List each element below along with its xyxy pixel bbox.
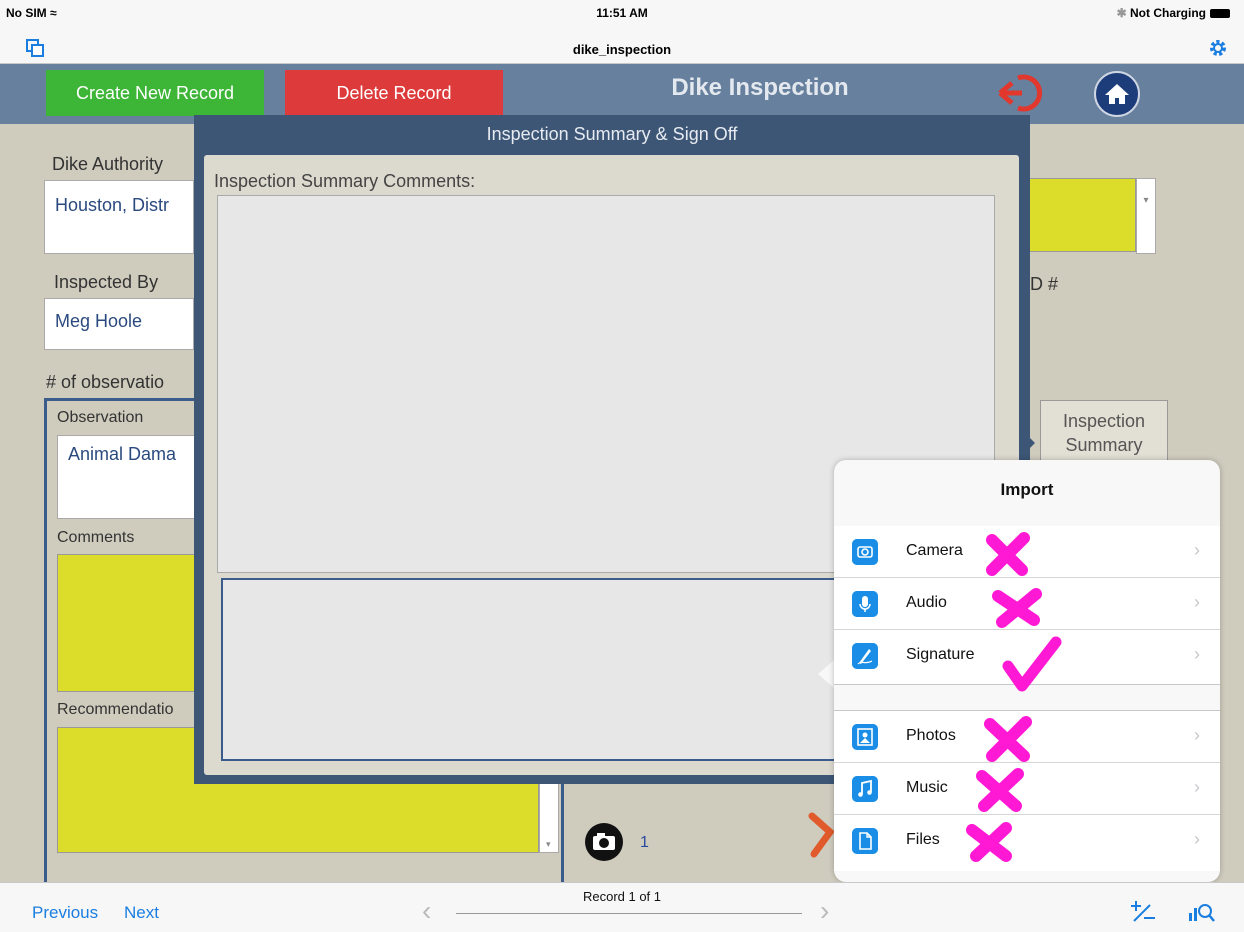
- previous-button[interactable]: Previous: [32, 903, 98, 923]
- signature-icon: [852, 643, 878, 669]
- page-title: Dike Inspection: [671, 74, 849, 101]
- dike-authority-field[interactable]: Houston, Distr: [44, 180, 194, 254]
- chevron-right-icon: ›: [1194, 829, 1200, 849]
- dike-authority-label: Dike Authority: [52, 154, 164, 174]
- bluetooth-icon: ✱: [1116, 6, 1127, 20]
- observation-field[interactable]: Animal Dama: [57, 435, 197, 519]
- id-label: D #: [1030, 274, 1059, 294]
- bottom-toolbar: Previous Next Record 1 of 1 ‹ ›: [0, 882, 1244, 932]
- file-title: dike_inspection: [572, 42, 672, 57]
- back-icon[interactable]: [996, 70, 1054, 114]
- battery-icon: [1210, 9, 1230, 18]
- add-remove-record-icon[interactable]: [1130, 899, 1156, 923]
- photos-icon: [852, 724, 878, 750]
- inspected-by-label: Inspected By: [54, 272, 159, 292]
- microphone-icon: [852, 591, 878, 617]
- import-item-label: Music: [906, 779, 948, 796]
- battery-status: ✱ Not Charging: [1117, 6, 1230, 20]
- popover-arrow: [818, 660, 834, 688]
- status-bar: No SIM ≈ 11:51 AM ✱ Not Charging: [0, 0, 1244, 34]
- photo-count: 1: [640, 834, 649, 851]
- create-record-button[interactable]: Create New Record: [46, 70, 264, 116]
- cross-mark-icon: [992, 588, 1042, 628]
- comments-field[interactable]: [57, 554, 197, 692]
- summary-comments-label: Inspection Summary Comments:: [214, 171, 476, 191]
- import-item-label: Signature: [906, 646, 975, 663]
- chevron-right-icon: ›: [1194, 725, 1200, 745]
- import-item-label: Photos: [906, 727, 956, 744]
- music-icon: [852, 776, 878, 802]
- next-button[interactable]: Next: [124, 903, 159, 923]
- import-item-label: Camera: [906, 542, 963, 559]
- scroll-down-icon[interactable]: ▾: [546, 839, 551, 850]
- find-icon[interactable]: [1188, 899, 1216, 923]
- comments-label: Comments: [57, 529, 135, 546]
- title-bar: dike_inspection: [0, 34, 1244, 64]
- record-counter: Record 1 of 1: [582, 889, 662, 904]
- dropdown-arrow-icon[interactable]: ▾: [1136, 178, 1156, 254]
- chevron-left-icon[interactable]: ‹: [422, 895, 431, 927]
- modal-title: Inspection Summary & Sign Off: [486, 124, 738, 144]
- chevron-right-icon: ›: [1194, 644, 1200, 664]
- camera-button[interactable]: [582, 822, 626, 862]
- camera-icon: [585, 823, 623, 861]
- chevron-right-icon: ›: [1194, 777, 1200, 797]
- file-icon: [852, 828, 878, 854]
- gear-icon[interactable]: [1208, 38, 1228, 58]
- popover-title: Import: [1000, 480, 1054, 499]
- import-item-label: Audio: [906, 594, 947, 611]
- camera-icon: [852, 539, 878, 565]
- record-slider[interactable]: [456, 913, 802, 914]
- import-item-files[interactable]: Files ›: [834, 815, 1220, 867]
- modal-pointer: [1023, 431, 1035, 455]
- cross-mark-icon: [986, 532, 1030, 576]
- observations-count-label: # of observatio: [46, 372, 165, 392]
- recommendation-label: Recommendatio: [57, 701, 174, 718]
- check-mark-icon: [1002, 636, 1062, 692]
- inspected-by-field[interactable]: Meg Hoole: [44, 298, 194, 350]
- chevron-right-icon: ›: [1194, 592, 1200, 612]
- cross-mark-icon: [976, 768, 1024, 812]
- delete-record-button[interactable]: Delete Record: [285, 70, 503, 116]
- home-icon[interactable]: [1088, 70, 1146, 118]
- chevron-right-icon[interactable]: [806, 810, 836, 860]
- chevron-right-icon[interactable]: ›: [820, 895, 829, 927]
- clock: 11:51 AM: [596, 6, 648, 20]
- cross-mark-icon: [966, 822, 1012, 862]
- inspection-summary-button[interactable]: Inspection Summary: [1040, 400, 1168, 462]
- highlighted-field[interactable]: [1020, 178, 1136, 252]
- chevron-right-icon: ›: [1194, 540, 1200, 560]
- import-item-label: Files: [906, 831, 940, 848]
- observation-label: Observation: [57, 409, 144, 426]
- cross-mark-icon: [984, 716, 1032, 762]
